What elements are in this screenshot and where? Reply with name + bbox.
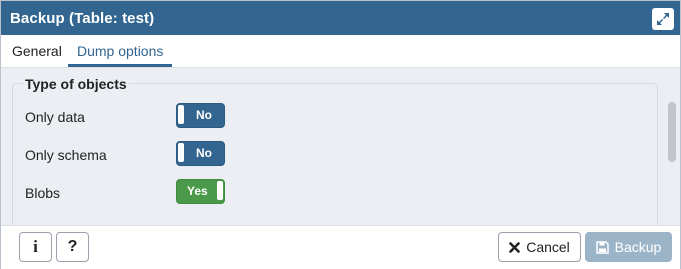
toggle-knob	[217, 181, 223, 200]
blobs-label: Blobs	[25, 185, 61, 201]
dialog-content: Type of objects Only data No Only schema…	[1, 68, 680, 225]
save-icon	[595, 240, 609, 254]
only-data-label: Only data	[25, 109, 85, 125]
only-data-toggle[interactable]: No	[176, 103, 225, 128]
toggle-knob	[178, 143, 184, 162]
fieldset-legend: Type of objects	[23, 76, 129, 92]
question-icon: ?	[67, 238, 78, 255]
only-schema-label: Only schema	[25, 147, 107, 163]
toggle-knob	[178, 105, 184, 124]
active-tab-indicator	[68, 64, 172, 67]
info-icon: i	[33, 237, 38, 256]
cancel-button[interactable]: Cancel	[498, 232, 581, 262]
dialog-titlebar[interactable]: Backup (Table: test)	[1, 1, 680, 35]
backup-label: Backup	[614, 239, 662, 255]
only-schema-toggle[interactable]: No	[176, 141, 225, 166]
toggle-label: Yes	[187, 184, 208, 198]
blobs-toggle[interactable]: Yes	[176, 179, 225, 204]
dialog-footer: i ? Cancel Backup	[1, 225, 680, 269]
info-button[interactable]: i	[19, 232, 52, 262]
tab-bar: General Dump options	[1, 35, 680, 68]
tab-dump-options[interactable]: Dump options	[77, 43, 163, 59]
backup-dialog: Backup (Table: test) General Dump option…	[0, 0, 681, 269]
cancel-label: Cancel	[526, 239, 570, 255]
close-icon	[509, 241, 521, 253]
tab-general[interactable]: General	[12, 43, 62, 59]
expand-icon	[657, 13, 669, 25]
dialog-title: Backup (Table: test)	[10, 10, 155, 27]
toggle-label: No	[196, 146, 212, 160]
help-button[interactable]: ?	[56, 232, 89, 262]
backup-button[interactable]: Backup	[585, 232, 672, 262]
type-of-objects-fieldset	[12, 83, 658, 225]
maximize-button[interactable]	[652, 8, 674, 30]
toggle-label: No	[196, 108, 212, 122]
content-scrollbar[interactable]	[668, 102, 676, 162]
